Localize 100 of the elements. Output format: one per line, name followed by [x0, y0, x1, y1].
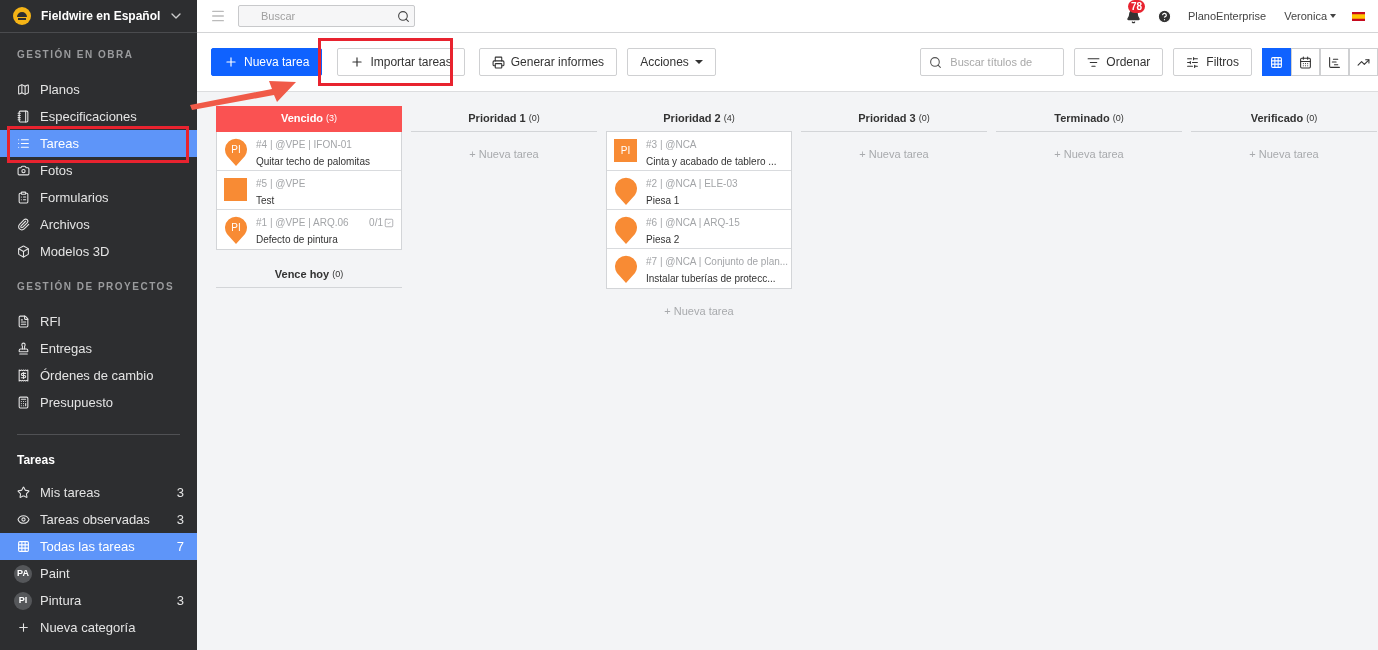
- avatar-icon: PI: [14, 591, 32, 610]
- checkbox-icon: [384, 217, 394, 228]
- organization-name[interactable]: PlanoEnterprise: [1187, 7, 1267, 25]
- caret-icon: [1330, 14, 1336, 18]
- task-meta: #2 | @NCA | ELE-03: [646, 177, 738, 191]
- section-heading: GESTIÓN EN OBRA: [16, 47, 135, 62]
- count: 3: [176, 591, 184, 610]
- user-menu[interactable]: Veronica: [1284, 7, 1336, 25]
- task-card[interactable]: #6 | @NCA | ARQ-15 Piesa 2: [607, 210, 791, 249]
- task-title: Piesa 2: [646, 233, 680, 247]
- task-title: Piesa 1: [646, 194, 680, 208]
- pin-icon: [614, 254, 638, 283]
- star-icon: [17, 486, 30, 499]
- column-header: Vencido (3): [216, 106, 402, 132]
- sidebar-item[interactable]: PA Paint: [0, 560, 197, 587]
- toolbar-button[interactable]: Importar tareas: [337, 48, 465, 76]
- count: 7: [176, 537, 184, 556]
- column-header: Prioridad 3 (0): [801, 106, 987, 132]
- hard-hat-logo-icon: [13, 7, 31, 25]
- task-card[interactable]: PI #1 | @VPE | ARQ.06 0/1 Defecto de pintura: [217, 210, 401, 249]
- view-toggle[interactable]: [1262, 48, 1291, 76]
- sidebar-item[interactable]: Modelos 3D: [0, 238, 197, 265]
- clipboard-icon: [17, 191, 30, 204]
- sidebar-item[interactable]: PI Pintura 3: [0, 587, 197, 614]
- sidebar-item[interactable]: Mis tareas 3: [0, 479, 197, 506]
- pin-icon: [614, 176, 638, 205]
- task-card[interactable]: #2 | @NCA | ELE-03 Piesa 1: [607, 171, 791, 210]
- sidebar-item[interactable]: Fotos: [0, 157, 197, 184]
- printer-icon: [491, 55, 505, 69]
- square-icon: PI: [614, 139, 637, 162]
- cube-icon: [17, 245, 30, 258]
- column-header: Verificado (0): [1191, 106, 1377, 132]
- task-card[interactable]: PI #3 | @NCA Cinta y acabado de tablero ...: [607, 132, 791, 171]
- notebook-icon: [17, 110, 30, 123]
- filter-button[interactable]: Filtros: [1173, 48, 1252, 76]
- calendar-icon: [1299, 55, 1312, 69]
- toolbar-button[interactable]: Generar informes: [478, 48, 618, 76]
- task-title: Test: [256, 194, 275, 208]
- task-meta: #4 | @VPE | IFON-01: [256, 138, 352, 152]
- sidebar-item[interactable]: Entregas: [0, 335, 197, 362]
- avatar-icon: PA: [14, 564, 32, 583]
- document-icon: [17, 315, 30, 328]
- task-meta: #6 | @NCA | ARQ-15: [646, 216, 740, 230]
- stamp-icon: [17, 342, 30, 355]
- count: 3: [176, 483, 184, 502]
- column-header: Terminado (0): [996, 106, 1182, 132]
- sidebar-item[interactable]: Tareas observadas 3: [0, 506, 197, 533]
- caret-icon: [694, 60, 703, 64]
- search-icon: [929, 55, 943, 69]
- sidebar-item[interactable]: RFI: [0, 308, 197, 335]
- task-meta: #1 | @VPE | ARQ.06: [256, 216, 349, 230]
- column-header: Vence hoy (0): [216, 262, 402, 288]
- count: 3: [176, 510, 184, 529]
- list-icon: [17, 137, 30, 150]
- task-title: Quitar techo de palomitas: [256, 155, 370, 169]
- task-title: Instalar tuberías de protecc...: [646, 272, 776, 286]
- task-meta: #7 | @NCA | Conjunto de plan...: [646, 255, 789, 269]
- gantt-icon: [1328, 55, 1341, 69]
- sidebar-item[interactable]: Nueva categoría: [0, 614, 197, 641]
- plus-icon: [17, 621, 30, 634]
- plus-icon: [350, 55, 365, 69]
- notification-badge: 78: [1127, 0, 1146, 13]
- pin-icon: PI: [224, 137, 248, 166]
- search-icon: [397, 9, 410, 23]
- column-header: Prioridad 1 (0): [411, 106, 597, 132]
- help-icon[interactable]: [1156, 8, 1172, 24]
- task-card[interactable]: #7 | @NCA | Conjunto de plan... Instalar tuberías de protecc...: [607, 249, 791, 288]
- sidebar-item[interactable]: Órdenes de cambio: [0, 362, 197, 389]
- sidebar-item[interactable]: Formularios: [0, 184, 197, 211]
- square-icon: [224, 178, 247, 201]
- grid-icon: [1270, 55, 1283, 69]
- section-heading: GESTIÓN DE PROYECTOS: [16, 279, 176, 294]
- toolbar-button[interactable]: Nueva tarea: [211, 48, 323, 76]
- task-meta: #5 | @VPE: [256, 177, 306, 191]
- task-meta: #3 | @NCA: [646, 138, 697, 152]
- calculator-icon: [17, 396, 30, 409]
- plus-icon: [224, 55, 238, 69]
- sidebar-item[interactable]: Presupuesto: [0, 389, 197, 416]
- sort-icon: [1087, 55, 1101, 69]
- eye-icon: [17, 513, 30, 526]
- task-card[interactable]: PI #4 | @VPE | IFON-01 Quitar techo de palomitas: [217, 132, 401, 171]
- paperclip-icon: [17, 218, 30, 231]
- project-name[interactable]: Fieldwire en Español: [41, 7, 168, 25]
- flag-icon[interactable]: [1352, 11, 1365, 21]
- sliders-icon: [1186, 55, 1200, 69]
- grid-icon: [17, 540, 30, 553]
- sidebar-item[interactable]: Especificaciones: [0, 103, 197, 130]
- pin-icon: PI: [224, 215, 248, 244]
- pin-icon: [614, 215, 638, 244]
- task-title: Cinta y acabado de tablero ...: [646, 155, 777, 169]
- section-heading: Tareas: [16, 452, 56, 469]
- dropdown-button[interactable]: Acciones: [627, 48, 716, 76]
- receipt-icon: [17, 369, 30, 382]
- checklist-count: 0/1: [369, 216, 383, 230]
- task-card[interactable]: #5 | @VPE Test: [217, 171, 401, 210]
- sort-button[interactable]: Ordenar: [1074, 48, 1164, 76]
- sidebar-item[interactable]: Archivos: [0, 211, 197, 238]
- task-title: Defecto de pintura: [256, 233, 338, 247]
- camera-icon: [17, 164, 30, 177]
- sidebar-item[interactable]: Planos: [0, 76, 197, 103]
